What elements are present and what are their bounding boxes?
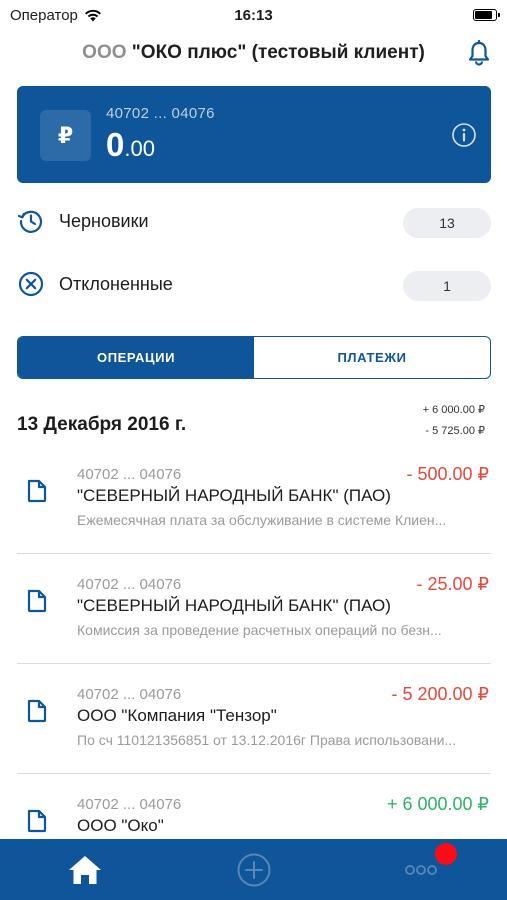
account-balance: 0.00 [106, 126, 155, 164]
drafts-count: 13 [403, 208, 491, 238]
operation-item[interactable]: 40702 ... 04076 - 500.00 ₽ "СЕВЕРНЫЙ НАР… [0, 444, 507, 554]
operation-amount: - 25.00 ₽ [416, 574, 490, 594]
more-dots-icon [405, 865, 437, 875]
info-icon[interactable] [451, 122, 477, 148]
company-prefix: ООО [82, 42, 127, 63]
document-icon [27, 589, 47, 613]
battery-icon [473, 9, 500, 21]
document-icon [27, 699, 47, 723]
document-icon [27, 479, 47, 503]
operation-counterparty: "СЕВЕРНЫЙ НАРОДНЫЙ БАНК" (ПАО) [77, 486, 391, 505]
status-left: Оператор [10, 7, 102, 24]
operation-counterparty: ООО "Око" [77, 816, 164, 835]
rejected-label: Отклоненные [59, 273, 173, 294]
header: ООО "ОКО плюс" (тестовый клиент) [0, 34, 507, 72]
tab-add[interactable] [234, 853, 274, 887]
currency-badge: ₽ [40, 110, 91, 161]
battery-level [475, 11, 493, 19]
tab-home[interactable] [65, 853, 105, 887]
day-income: + 6 000.00 ₽ [422, 404, 485, 416]
rejected-row[interactable]: Отклоненные 1 [17, 264, 491, 304]
operation-counterparty: ООО "Компания "Тензор" [77, 706, 277, 725]
operation-account: 40702 ... 04076 [77, 576, 182, 593]
rejected-count: 1 [403, 271, 491, 301]
operation-item[interactable]: 40702 ... 04076 - 5 200.00 ₽ ООО "Компан… [0, 664, 507, 774]
date-group-header: 13 Декабря 2016 г. + 6 000.00 ₽ - 5 725.… [17, 400, 491, 444]
day-expense: - 5 725.00 ₽ [425, 425, 485, 437]
operation-account: 40702 ... 04076 [77, 466, 182, 483]
operation-amount: - 500.00 ₽ [406, 464, 489, 484]
operation-description: Ежемесячная плата за обслуживание в сист… [77, 512, 447, 528]
wifi-icon [84, 9, 101, 21]
segmented-control: ОПЕРАЦИИ ПЛАТЕЖИ [17, 336, 491, 379]
operation-account: 40702 ... 04076 [77, 686, 182, 703]
company-name: "ОКО плюс" (тестовый клиент) [131, 42, 425, 63]
plus-circle-icon [237, 853, 271, 887]
tab-payments[interactable]: ПЛАТЕЖИ [254, 337, 490, 378]
bell-icon[interactable] [465, 39, 493, 67]
operation-amount: + 6 000.00 ₽ [386, 794, 489, 814]
home-icon [69, 856, 101, 884]
drafts-label: Черновики [59, 210, 149, 231]
notification-badge [435, 843, 457, 865]
operation-amount: - 5 200.00 ₽ [391, 684, 489, 704]
account-card[interactable]: ₽ 40702 ... 04076 0.00 [17, 86, 491, 183]
operation-counterparty: "СЕВЕРНЫЙ НАРОДНЫЙ БАНК" (ПАО) [77, 596, 391, 615]
document-icon [27, 809, 47, 833]
operation-account: 40702 ... 04076 [77, 796, 182, 813]
operations-list: 40702 ... 04076 - 500.00 ₽ "СЕВЕРНЫЙ НАР… [0, 444, 507, 884]
company-title[interactable]: ООО "ОКО плюс" (тестовый клиент) [82, 42, 425, 64]
tab-bar [0, 839, 507, 900]
operation-item[interactable]: 40702 ... 04076 - 25.00 ₽ "СЕВЕРНЫЙ НАРО… [0, 554, 507, 664]
operation-description: Комиссия за проведение расчетных операци… [77, 622, 442, 638]
drafts-row[interactable]: Черновики 13 [17, 201, 491, 241]
history-clock-icon [17, 210, 43, 233]
date-title: 13 Декабря 2016 г. [17, 414, 187, 435]
status-bar: Оператор 16:13 [0, 0, 507, 30]
close-circle-icon [18, 271, 44, 297]
carrier-name: Оператор [10, 6, 78, 24]
account-number: 40702 ... 04076 [106, 105, 215, 122]
operation-description: По сч 110121356851 от 13.12.2016г Права … [77, 732, 457, 748]
tab-operations[interactable]: ОПЕРАЦИИ [18, 337, 254, 378]
balance-integer: 0 [106, 126, 125, 163]
balance-fraction: .00 [124, 136, 155, 161]
